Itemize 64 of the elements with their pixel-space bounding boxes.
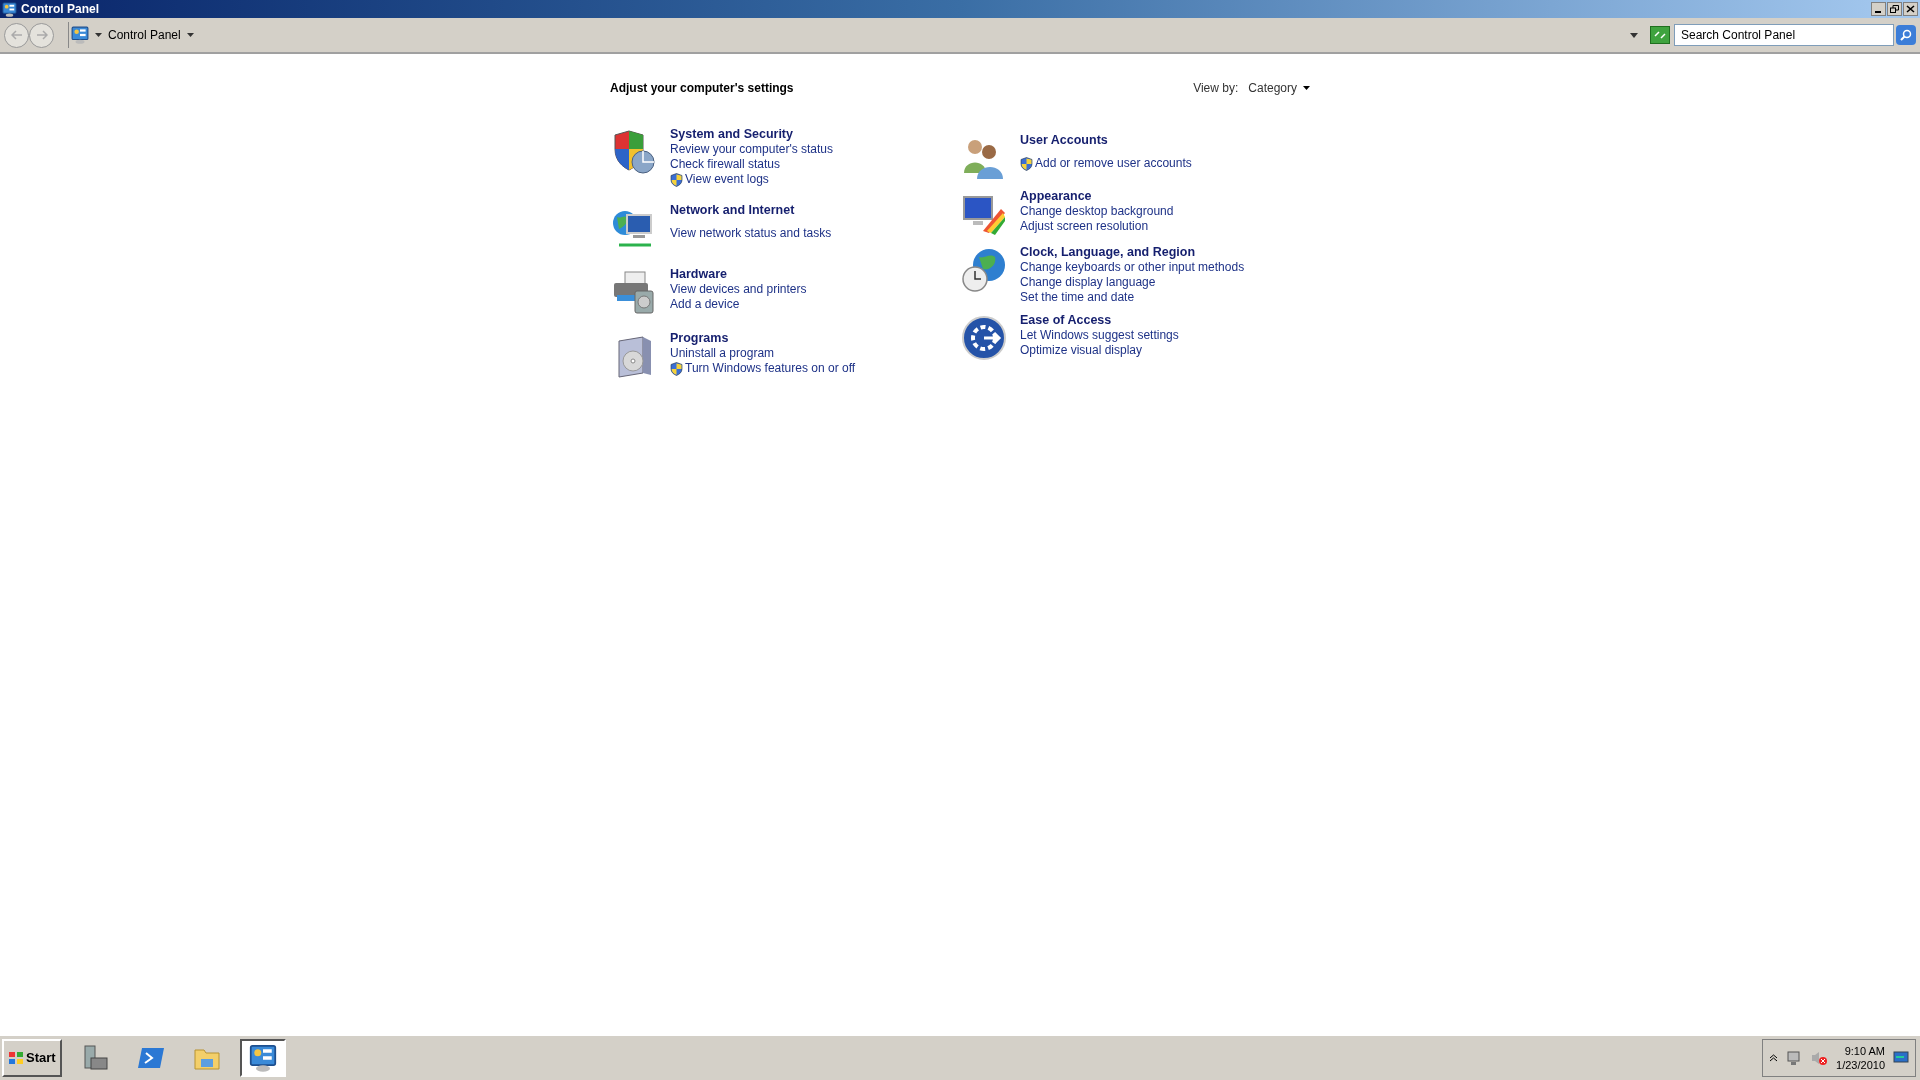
category-link[interactable]: Clock, Language, and Region (1020, 245, 1245, 260)
clock-time: 9:10 AM (1844, 1044, 1885, 1058)
address-bar[interactable]: Control Panel (68, 22, 1650, 48)
category-link[interactable]: User Accounts (1020, 133, 1192, 148)
task-link[interactable]: Change keyboards or other input methods (1020, 260, 1245, 275)
breadcrumb-item[interactable]: Control Panel (108, 26, 181, 44)
caret-icon (186, 33, 194, 37)
chevron-up-icon[interactable] (1769, 1054, 1779, 1062)
shield-chart-icon (611, 129, 657, 175)
task-link[interactable]: Adjust screen resolution (1020, 219, 1149, 234)
shield-icon (670, 361, 683, 376)
control-panel-icon (71, 26, 89, 44)
speaker-muted-icon[interactable] (1810, 1050, 1829, 1066)
caret-icon (1303, 86, 1310, 90)
category-link[interactable]: Ease of Access (1020, 313, 1179, 328)
window-title: Control Panel (21, 1, 99, 18)
shield-icon (1020, 156, 1033, 171)
show-desktop-icon[interactable] (1893, 1051, 1909, 1065)
clock-date: 1/23/2010 (1836, 1058, 1885, 1072)
view-by-label: View by: (1193, 80, 1239, 97)
control-panel-icon (2, 1, 17, 17)
back-arrow-icon (10, 30, 23, 40)
shield-icon (670, 172, 683, 187)
globe-clock-icon (961, 247, 1007, 293)
search-field[interactable]: Search Control Panel (1674, 24, 1894, 46)
forward-arrow-icon (35, 30, 48, 40)
task-link[interactable]: View devices and printers (670, 282, 807, 297)
task-link[interactable]: Change display language (1020, 275, 1156, 290)
search-icon (1900, 29, 1912, 41)
task-link[interactable]: Review your computer's status (670, 142, 834, 157)
category-link[interactable]: Hardware (670, 267, 807, 282)
task-link[interactable]: Turn Windows features on or off (685, 361, 856, 376)
category-link[interactable]: Network and Internet (670, 203, 832, 218)
control-panel-icon (248, 1044, 277, 1072)
task-link[interactable]: Change desktop background (1020, 204, 1174, 219)
windows-logo-icon (8, 1051, 24, 1065)
task-link[interactable]: View network status and tasks (670, 226, 832, 241)
close-icon (1906, 5, 1915, 13)
accessibility-icon (961, 315, 1007, 361)
view-by-dropdown[interactable]: Category (1248, 79, 1310, 97)
minimize-button[interactable] (1871, 2, 1886, 16)
refresh-button[interactable] (1650, 26, 1670, 44)
category-link[interactable]: Appearance (1020, 189, 1174, 204)
restore-icon (1890, 5, 1899, 13)
category-link[interactable]: System and Security (670, 127, 834, 142)
task-link[interactable]: Check firewall status (670, 157, 781, 172)
search-button[interactable] (1896, 25, 1916, 45)
close-button[interactable] (1903, 2, 1918, 16)
printer-icon (611, 269, 657, 315)
start-button[interactable]: Start (2, 1039, 62, 1077)
task-link[interactable]: Add a device (670, 297, 740, 312)
task-link[interactable]: Add or remove user accounts (1035, 156, 1192, 171)
task-link[interactable]: View event logs (685, 172, 769, 187)
caret-icon (95, 33, 102, 37)
page-heading: Adjust your computer's settings (610, 80, 794, 97)
task-link[interactable]: Set the time and date (1020, 290, 1135, 305)
taskbar-app-button[interactable] (239, 1039, 286, 1077)
restore-button[interactable] (1887, 2, 1902, 16)
task-link[interactable]: Uninstall a program (670, 346, 775, 361)
category-link[interactable]: Programs (670, 331, 856, 346)
dropdown-caret-icon[interactable] (1630, 32, 1638, 38)
network-icon[interactable] (1786, 1050, 1803, 1066)
task-link[interactable]: Let Windows suggest settings (1020, 328, 1179, 343)
task-link[interactable]: Optimize visual display (1020, 343, 1143, 358)
